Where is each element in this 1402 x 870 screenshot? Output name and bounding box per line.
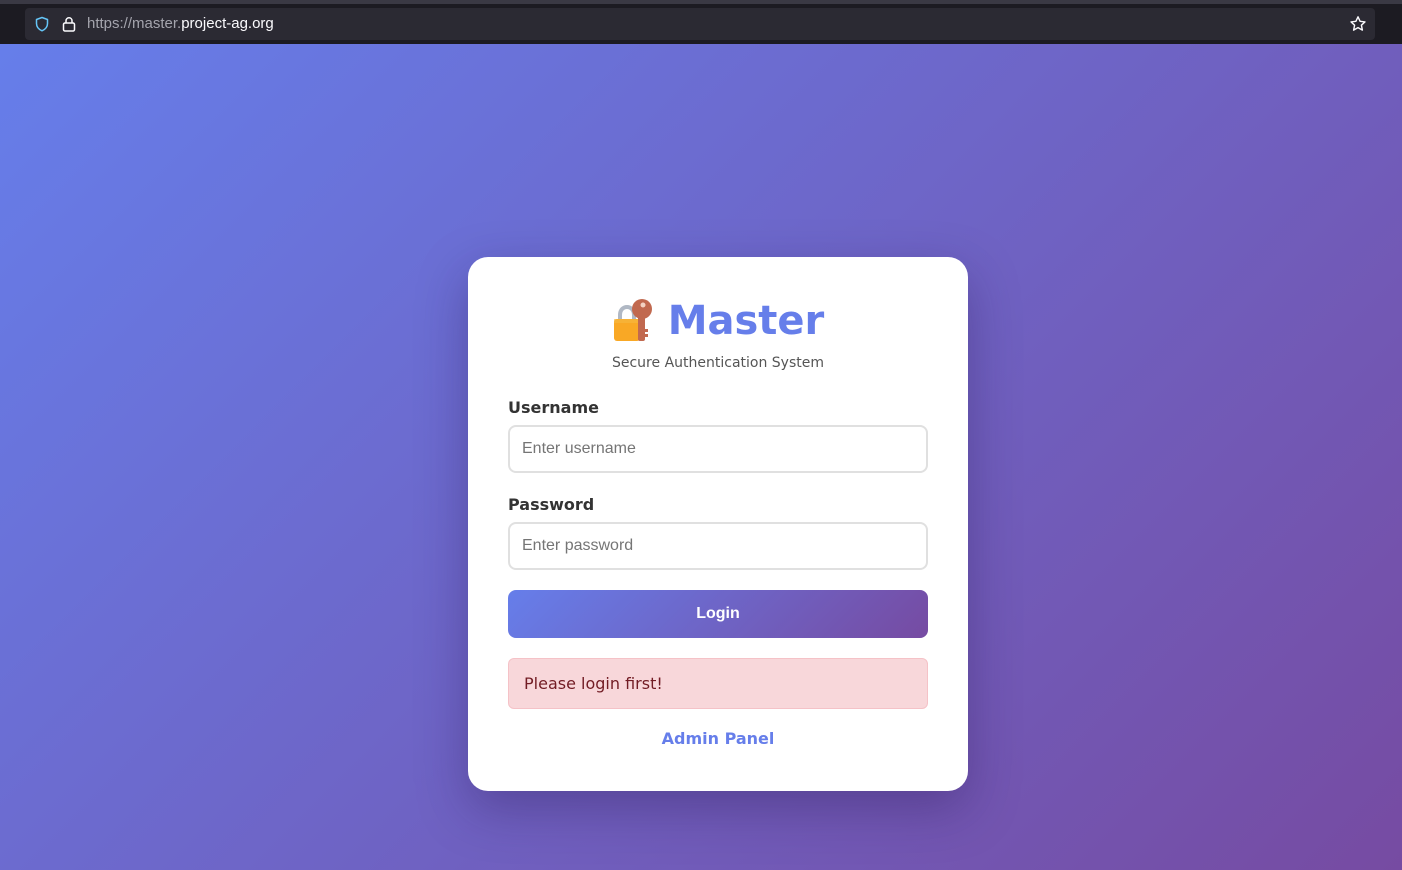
bookmark-star-icon[interactable] [1349, 15, 1367, 33]
browser-toolbar: https://master.project-ag.org [0, 0, 1402, 44]
login-card: Master Secure Authentication System User… [468, 257, 968, 791]
password-input[interactable] [508, 522, 928, 570]
url-text[interactable]: https://master.project-ag.org [87, 15, 274, 32]
admin-panel-link[interactable]: Admin Panel [508, 729, 928, 748]
page-title: Master [667, 298, 825, 344]
locked-with-key-icon [613, 299, 652, 341]
subtitle: Secure Authentication System [611, 355, 824, 371]
brand-header: Master [508, 297, 928, 345]
username-input[interactable] [508, 425, 928, 473]
alert-message: Please login first! [508, 658, 928, 709]
lock-icon[interactable] [62, 16, 76, 32]
username-label: Username [508, 398, 599, 417]
page-background: Master Secure Authentication System User… [0, 44, 1402, 870]
address-bar[interactable]: https://master.project-ag.org [25, 8, 1375, 40]
login-button[interactable]: Login [508, 590, 928, 638]
url-domain: project-ag.org [181, 15, 274, 32]
url-prefix: https://master. [87, 15, 182, 32]
password-label: Password [508, 495, 595, 514]
shield-icon[interactable] [34, 16, 50, 32]
